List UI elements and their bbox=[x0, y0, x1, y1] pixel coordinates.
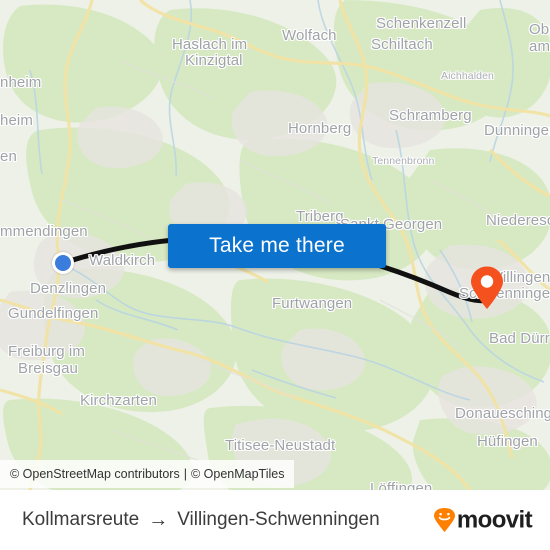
destination-marker[interactable] bbox=[470, 266, 504, 310]
footer-bar: Kollmarsreute → Villingen-Schwenningen m… bbox=[0, 490, 550, 550]
attribution-separator: | bbox=[183, 467, 187, 481]
moovit-pin-icon bbox=[433, 508, 455, 532]
map-result-page: Haslach im Kinzigtal Wolfach Schenkenzell Sc… bbox=[0, 0, 550, 550]
take-me-there-button[interactable]: Take me there bbox=[168, 224, 386, 268]
arrow-right-icon: → bbox=[148, 509, 169, 531]
route-destination-label: Villingen-Schwenningen bbox=[177, 509, 380, 530]
map-attribution: © OpenStreetMap contributors | © OpenMap… bbox=[0, 460, 295, 488]
moovit-logo[interactable]: moovit bbox=[433, 506, 533, 533]
map-viewport[interactable]: Haslach im Kinzigtal Wolfach Schenkenzell Sc… bbox=[0, 0, 550, 490]
moovit-wordmark: moovit bbox=[456, 506, 533, 533]
osm-attribution-link[interactable]: © OpenStreetMap contributors bbox=[10, 467, 180, 481]
route-summary: Kollmarsreute → Villingen-Schwenningen bbox=[22, 509, 380, 531]
origin-marker[interactable] bbox=[52, 252, 74, 274]
openmaptiles-attribution-link[interactable]: © OpenMapTiles bbox=[191, 467, 285, 481]
route-origin-label: Kollmarsreute bbox=[22, 509, 140, 530]
